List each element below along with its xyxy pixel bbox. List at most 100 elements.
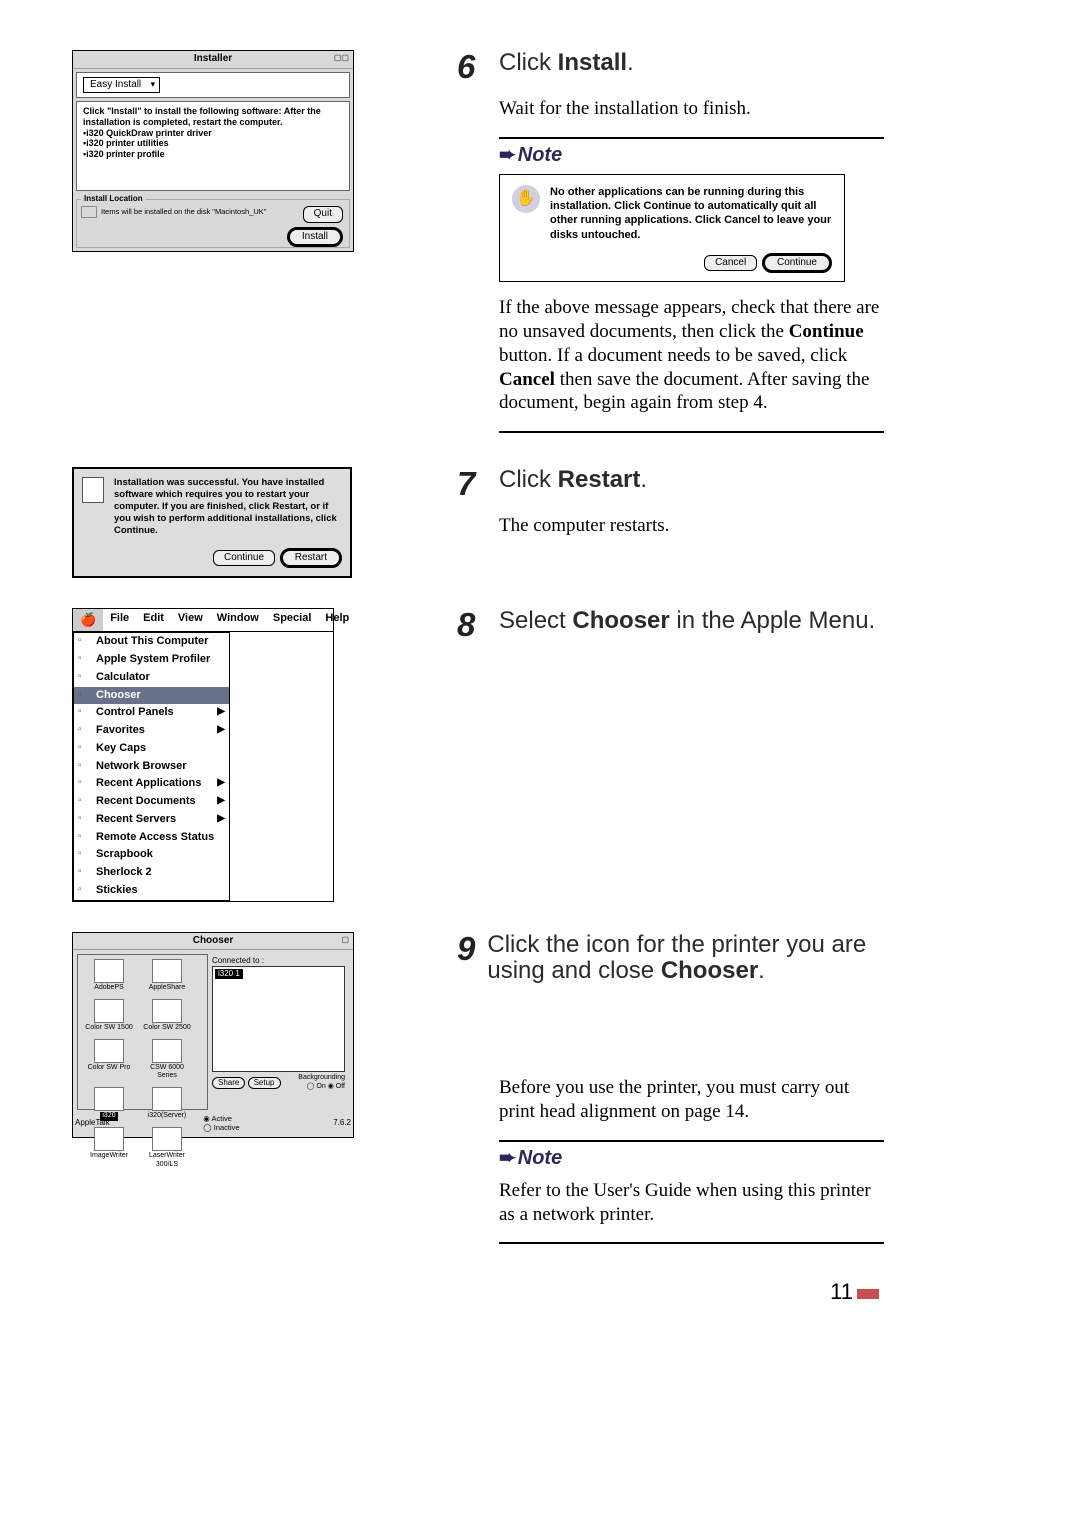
step-7-title-post: . (640, 466, 647, 493)
apple-menu-item[interactable]: ▫Chooser (74, 687, 229, 705)
install-item-1: •i320 printer utilities (83, 138, 343, 149)
apple-menu-item[interactable]: ▫Recent Servers▶ (74, 811, 229, 829)
apple-menu-item[interactable]: ▫Network Browser (74, 758, 229, 776)
chooser-driver-icon[interactable]: LaserWriter 300/LS (140, 1127, 194, 1170)
printer-icon (152, 1087, 182, 1111)
menu-item-icon: ▫ (78, 831, 82, 844)
step-6-title-bold: Install (558, 49, 627, 76)
install-item-2: •i320 printer profile (83, 149, 343, 160)
rule (499, 137, 884, 139)
continue-button[interactable]: Continue (762, 253, 832, 274)
step-8-title-bold: Chooser (572, 607, 669, 634)
chooser-driver-label: LaserWriter 300/LS (140, 1152, 194, 1170)
menu-window[interactable]: Window (210, 609, 266, 631)
apple-menu-item[interactable]: ▫Scrapbook (74, 846, 229, 864)
bg-off-radio[interactable]: ◉ Off (328, 1083, 345, 1090)
install-mode-select[interactable]: Easy Install (83, 77, 160, 94)
step-9-title-post: . (758, 957, 765, 984)
chooser-driver-icon[interactable]: Color SW Pro (82, 1039, 136, 1082)
chooser-driver-icon[interactable]: i320(Server) (140, 1087, 194, 1121)
apple-menu-item[interactable]: ▫Recent Documents▶ (74, 793, 229, 811)
menu-item-label: Recent Servers (96, 813, 176, 825)
apple-menu-item[interactable]: ▫About This Computer (74, 633, 229, 651)
step-6-title-pre: Click (499, 49, 558, 76)
mode-panel: Easy Install (76, 72, 350, 99)
menu-special[interactable]: Special (266, 609, 319, 631)
install-location-text: Items will be installed on the disk "Mac… (101, 207, 266, 216)
menu-item-label: Scrapbook (96, 848, 153, 860)
menu-item-label: Apple System Profiler (96, 653, 210, 665)
apple-menu-item[interactable]: ▫Favorites▶ (74, 722, 229, 740)
inactive-radio[interactable]: ◯ Inactive (203, 1123, 239, 1132)
step-7-body: The computer restarts. (499, 514, 884, 538)
chooser-driver-icon[interactable]: i320 (82, 1087, 136, 1121)
quit-button[interactable]: Quit (303, 206, 343, 223)
submenu-icon: ▶ (217, 706, 225, 719)
printer-icon (152, 1127, 182, 1151)
warning-text: No other applications can be running dur… (550, 185, 832, 242)
disk-icon (81, 206, 97, 218)
apple-menu-item[interactable]: ▫ Apple System Profiler (74, 651, 229, 669)
apple-menu-item[interactable]: ▫Recent Applications▶ (74, 775, 229, 793)
chooser-printer-list[interactable]: i320 1 (212, 966, 345, 1072)
menubar: 🍎 File Edit View Window Special Help (73, 609, 333, 632)
submenu-icon: ▶ (217, 795, 225, 808)
apple-menu-item[interactable]: ▫Sherlock 2 (74, 864, 229, 882)
menu-item-icon: ▫ (78, 884, 82, 897)
chooser-driver-icon[interactable]: CSW 6000 Series (140, 1039, 194, 1082)
menu-item-icon: ▫ (78, 706, 82, 719)
menu-item-label: Favorites (96, 724, 145, 736)
chooser-driver-icon[interactable]: Color SW 2500 (140, 999, 194, 1033)
active-radio[interactable]: ◉ Active (203, 1114, 239, 1123)
step-6-body: Wait for the installation to finish. (499, 97, 884, 121)
menu-item-icon: ▫ (78, 724, 82, 737)
menu-item-label: Calculator (96, 671, 150, 683)
step-6-heading: 6 Click Install. (457, 50, 884, 83)
printer-icon (94, 1087, 124, 1111)
menu-item-icon: ▫ (78, 653, 82, 666)
step-6-title-post: . (627, 49, 634, 76)
chooser-driver-icon[interactable]: Color SW 1500 (82, 999, 136, 1033)
menu-item-icon: ▫ (78, 866, 82, 879)
menu-item-label: Recent Applications (96, 777, 201, 789)
apple-menu-item[interactable]: ▫Stickies (74, 882, 229, 900)
chooser-driver-icon[interactable]: AppleShare (140, 959, 194, 993)
step-7-heading: 7 Click Restart. (457, 467, 884, 500)
step-7-title-pre: Click (499, 466, 558, 493)
chooser-printer-item[interactable]: i320 1 (215, 969, 243, 979)
install-location-label: Install Location (81, 194, 146, 204)
continue-button[interactable]: Continue (213, 550, 275, 567)
apple-menu-item[interactable]: ▫Key Caps (74, 740, 229, 758)
apple-menu-item[interactable]: ▫ Control Panels ▶ (74, 704, 229, 722)
apple-menu-item[interactable]: ▫Calculator (74, 669, 229, 687)
cancel-button[interactable]: Cancel (704, 255, 757, 272)
share-button[interactable]: Share (212, 1077, 245, 1089)
note-label-2: ➨Note (499, 1146, 884, 1171)
restart-button[interactable]: Restart (280, 548, 342, 569)
after-warning-text: If the above message appears, check that… (499, 296, 884, 415)
menu-view[interactable]: View (171, 609, 210, 631)
step-6-number: 6 (457, 50, 487, 83)
hand-icon: ✋ (512, 185, 540, 213)
bg-on-radio[interactable]: ◯ On (307, 1083, 326, 1090)
menu-help[interactable]: Help (318, 609, 356, 631)
chooser-driver-icon[interactable]: ImageWriter (82, 1127, 136, 1170)
menu-edit[interactable]: Edit (136, 609, 171, 631)
setup-button[interactable]: Setup (248, 1077, 281, 1089)
installer-titlebar: Installer ▢▢ (73, 51, 353, 69)
chooser-titlebar: Chooser ▢ (73, 933, 353, 951)
chooser-window: Chooser ▢ AdobePSAppleShareColor SW 1500… (72, 932, 354, 1138)
menu-item-icon: ▫ (78, 742, 82, 755)
install-location-panel: Install Location Items will be installed… (76, 194, 350, 248)
window-controls-icon: ▢ (341, 935, 349, 945)
install-button[interactable]: Install (287, 227, 343, 248)
menu-item-label: Remote Access Status (96, 831, 214, 843)
apple-icon[interactable]: 🍎 (73, 609, 103, 631)
menu-item-label: Control Panels (96, 706, 174, 718)
page-accent-bar (857, 1289, 879, 1299)
chooser-driver-icon[interactable]: AdobePS (82, 959, 136, 993)
chooser-driver-label: i320(Server) (140, 1112, 194, 1121)
rule (499, 431, 884, 433)
menu-file[interactable]: File (103, 609, 136, 631)
apple-menu-item[interactable]: ▫ Remote Access Status (74, 829, 229, 847)
